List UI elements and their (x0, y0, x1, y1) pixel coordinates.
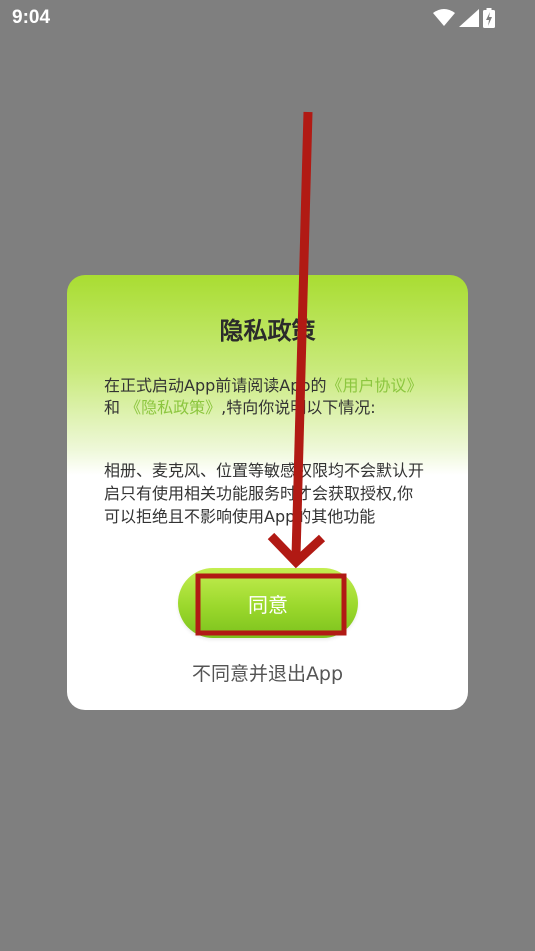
status-bar: 9:04 (0, 0, 535, 36)
intro-text: 在正式启动App前请阅读App的 (104, 376, 327, 395)
intro-suffix: ,特向你说明以下情况: (221, 398, 376, 417)
privacy-policy-link[interactable]: 《隐私政策》 (125, 398, 221, 417)
wifi-icon (433, 9, 455, 26)
agree-button[interactable]: 同意 (178, 568, 358, 638)
status-icons (433, 8, 495, 28)
disagree-exit-link[interactable]: 不同意并退出App (67, 659, 468, 686)
status-time: 9:04 (12, 7, 51, 28)
battery-charging-icon (483, 8, 495, 28)
cell-signal-icon (459, 9, 479, 27)
user-agreement-link[interactable]: 《用户协议》 (327, 376, 423, 395)
intro-paragraph: 在正式启动App前请阅读App的《用户协议》 和 《隐私政策》,特向你说明以下情… (104, 375, 424, 419)
privacy-policy-dialog: 隐私政策 在正式启动App前请阅读App的《用户协议》 和 《隐私政策》,特向你… (67, 275, 468, 710)
permissions-paragraph: 相册、麦克风、位置等敏感权限均不会默认开启只有使用相关功能服务时才会获取授权,你… (104, 461, 425, 526)
dialog-title: 隐私政策 (219, 317, 316, 345)
conjunction-text: 和 (104, 398, 126, 417)
